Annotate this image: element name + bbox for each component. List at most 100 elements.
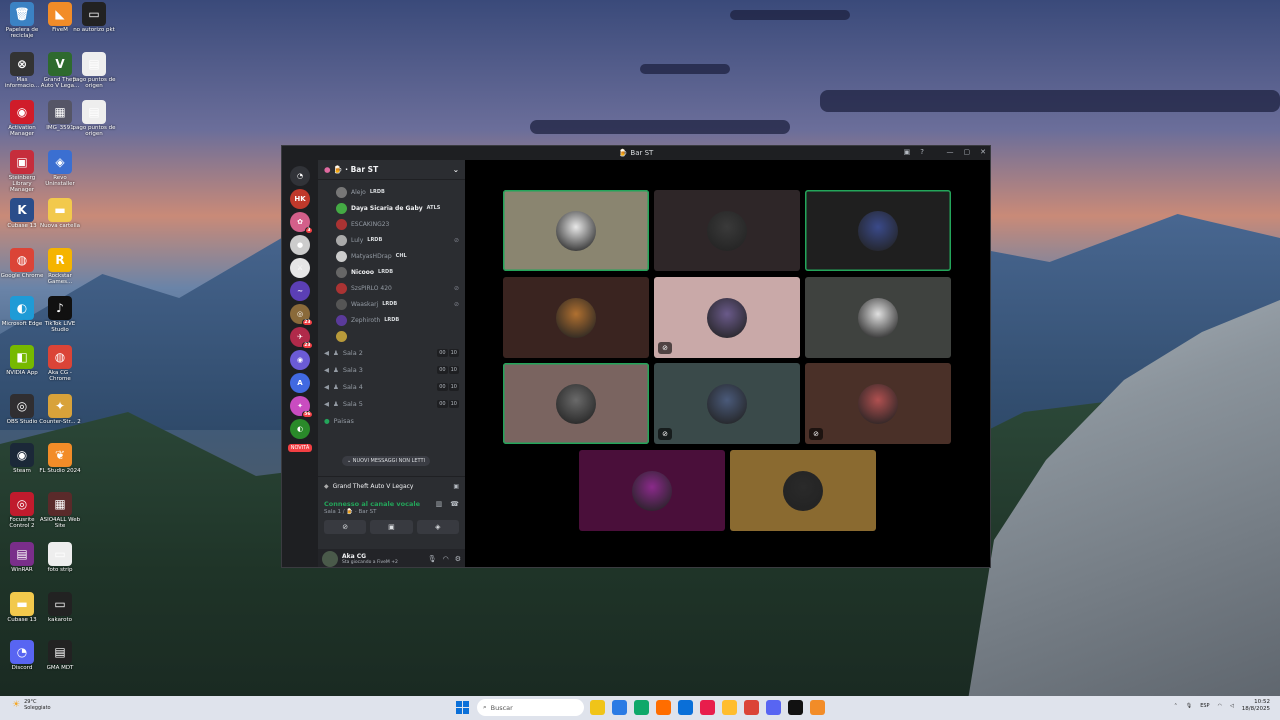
headphones-icon[interactable]: ◠ bbox=[443, 555, 449, 563]
desktop-icon[interactable]: ✦ Counter-Str... 2 bbox=[39, 394, 81, 440]
taskbar-app-icon[interactable] bbox=[656, 700, 671, 715]
close-button[interactable]: ✕ bbox=[980, 148, 986, 156]
desktop-icon[interactable]: ▭ foto strip bbox=[40, 542, 80, 588]
participant-tile[interactable] bbox=[503, 190, 649, 271]
voice-member[interactable]: Daya Sicaria de Gaby ATLS bbox=[336, 200, 465, 216]
taskbar-app-icon[interactable] bbox=[634, 700, 649, 715]
server-header[interactable]: ● 🍺 · Bar ST ⌄ bbox=[318, 160, 465, 180]
desktop-icon[interactable]: ◈ Revo Uninstaller bbox=[40, 150, 80, 196]
desktop-icon[interactable]: ▤ GMA MDT bbox=[40, 640, 80, 686]
taskbar-app-icon[interactable] bbox=[590, 700, 605, 715]
taskbar-app-icon[interactable] bbox=[810, 700, 825, 715]
guild-icon[interactable]: ◉ bbox=[290, 350, 310, 370]
discord-home-icon[interactable]: ◔ bbox=[290, 166, 310, 186]
guild-icon[interactable]: ~ bbox=[290, 281, 310, 301]
gear-icon[interactable]: ⚙ bbox=[455, 555, 461, 563]
avatar[interactable] bbox=[322, 551, 338, 567]
help-icon[interactable]: ? bbox=[920, 148, 924, 156]
disconnect-icon[interactable]: ☎ bbox=[450, 500, 459, 515]
desktop-icon[interactable]: 🗑 Papelera de reciclaje bbox=[2, 2, 42, 48]
category-paisas[interactable]: ● Paisas bbox=[318, 412, 465, 429]
weather-widget[interactable]: ☀ 29°C Soleggiato bbox=[12, 699, 51, 711]
taskbar-app-icon[interactable] bbox=[788, 700, 803, 715]
guild-icon[interactable]: ✈ 23 bbox=[290, 327, 313, 349]
wifi-icon[interactable]: ◠ bbox=[1218, 703, 1222, 709]
desktop-icon[interactable]: ◐ Microsoft Edge bbox=[2, 296, 42, 342]
desktop-icon[interactable]: ⊗ Mas informacio... bbox=[2, 52, 42, 98]
guild-icon[interactable]: A bbox=[290, 373, 310, 393]
microphone-icon[interactable]: 🎙 bbox=[428, 555, 437, 563]
voice-member[interactable]: SzsPIRLO 420 ⊘ bbox=[336, 280, 465, 296]
participant-tile[interactable]: ⊘ bbox=[805, 363, 951, 444]
mic-tray-icon[interactable]: 🎙 bbox=[1186, 703, 1192, 709]
desktop-icon[interactable]: ▭ no autorizo pkt bbox=[73, 2, 115, 48]
participant-tile[interactable] bbox=[579, 450, 725, 531]
participant-tile[interactable] bbox=[503, 277, 649, 358]
desktop-icon[interactable]: ▬ Cubase 13 bbox=[2, 592, 42, 638]
start-button[interactable] bbox=[456, 701, 469, 714]
guild-icon[interactable]: ⚔ bbox=[290, 258, 310, 278]
clock[interactable]: 10:52 18/8/2025 bbox=[1242, 699, 1270, 713]
minimize-button[interactable]: — bbox=[947, 148, 954, 156]
screen-share-button[interactable]: ▣ bbox=[370, 520, 413, 534]
desktop-icon[interactable]: ◎ OBS Studio bbox=[2, 394, 42, 440]
maximize-button[interactable]: ▢ bbox=[964, 148, 971, 156]
overlay-icon[interactable]: ▣ bbox=[453, 483, 459, 490]
desktop-icon[interactable]: ▣ Steinberg Library Manager bbox=[2, 150, 42, 196]
participant-tile[interactable]: ⊘ bbox=[654, 363, 800, 444]
noise-suppression-icon[interactable]: ▥ bbox=[436, 500, 443, 515]
taskbar-app-icon[interactable] bbox=[766, 700, 781, 715]
taskbar-app-icon[interactable] bbox=[722, 700, 737, 715]
desktop-icon[interactable]: ◉ Steam bbox=[2, 443, 42, 489]
guild-icon[interactable]: HK bbox=[290, 189, 310, 209]
voice-member[interactable]: Waaskarj LRDB ⊘ bbox=[336, 296, 465, 312]
activity-button[interactable]: ◈ bbox=[416, 520, 459, 534]
desktop-icon[interactable]: ◎ Focusrite Control 2 bbox=[2, 492, 42, 538]
desktop-icon[interactable]: ◍ Aka CG - Chrome bbox=[40, 345, 80, 391]
voice-member[interactable]: Zephiroth LRDB bbox=[336, 312, 465, 328]
desktop-icon[interactable]: ▭ kakaroto bbox=[40, 592, 80, 638]
participant-tile[interactable] bbox=[805, 277, 951, 358]
desktop-icon[interactable]: ❦ FL Studio 2024 bbox=[39, 443, 81, 489]
chevron-up-icon[interactable]: ⌃ bbox=[1174, 703, 1178, 709]
voice-channel[interactable]: ◀ ♟ Sala 5 00 10 bbox=[318, 395, 465, 412]
guild-icon[interactable]: ◎ 23 bbox=[290, 304, 313, 326]
desktop-icon[interactable]: ◍ Google Chrome bbox=[1, 248, 43, 294]
desktop-icon[interactable]: K Cubase 13 bbox=[2, 198, 42, 244]
desktop-icon[interactable]: ▤ pago puntos de origen bbox=[73, 52, 115, 98]
participant-tile[interactable] bbox=[730, 450, 876, 531]
voice-channel[interactable]: ◀ ♟ Sala 3 00 10 bbox=[318, 361, 465, 378]
desktop-icon[interactable]: R Rockstar Games... bbox=[40, 248, 80, 294]
voice-member[interactable]: Nicooo LRDB bbox=[336, 264, 465, 280]
taskbar-app-icon[interactable] bbox=[678, 700, 693, 715]
desktop-icon[interactable]: ◧ NVIDIA App bbox=[2, 345, 42, 391]
desktop-icon[interactable]: ▤ pago puntos de origen bbox=[73, 100, 115, 146]
volume-icon[interactable]: ◁ bbox=[1230, 703, 1234, 709]
game-activity-bar[interactable]: ◆ Grand Theft Auto V Legacy ▣ bbox=[318, 476, 465, 496]
participant-tile[interactable]: ⊘ bbox=[654, 277, 800, 358]
desktop-icon[interactable]: ◉ Activation Manager bbox=[2, 100, 42, 146]
inbox-icon[interactable]: ▣ bbox=[904, 148, 911, 156]
language-indicator[interactable]: ESP bbox=[1200, 703, 1209, 709]
voice-member[interactable] bbox=[336, 328, 465, 344]
voice-member[interactable]: ESCAKING23 bbox=[336, 216, 465, 232]
desktop-icon[interactable]: ♪ TikTok LIVE Studio bbox=[40, 296, 80, 342]
guild-icon[interactable]: ● bbox=[290, 235, 310, 255]
guild-icon[interactable]: ✿ 3 bbox=[290, 212, 313, 234]
title-bar[interactable]: 🍺 Bar ST ▣ ? — ▢ ✕ bbox=[282, 146, 990, 160]
voice-member[interactable]: MatyasHDrap CHL bbox=[336, 248, 465, 264]
voice-channel[interactable]: ◀ ♟ Sala 2 00 10 bbox=[318, 344, 465, 361]
taskbar-app-icon[interactable] bbox=[744, 700, 759, 715]
voice-member[interactable]: Luly LRDB ⊘ bbox=[336, 232, 465, 248]
voice-channel-path[interactable]: Sala 1 / 🍺 · Bar ST bbox=[324, 509, 420, 515]
participant-tile[interactable] bbox=[503, 363, 649, 444]
video-off-button[interactable]: ⊘ bbox=[324, 520, 367, 534]
voice-member[interactable]: Alejo LRDB bbox=[336, 184, 465, 200]
search-input[interactable]: ⌕ Buscar bbox=[477, 699, 584, 716]
taskbar-app-icon[interactable] bbox=[612, 700, 627, 715]
desktop-icon[interactable]: ▦ ASIO4ALL Web Site bbox=[40, 492, 80, 538]
participant-tile[interactable] bbox=[805, 190, 951, 271]
desktop-icon[interactable]: ▬ Nuova cartella bbox=[40, 198, 80, 244]
participant-tile[interactable] bbox=[654, 190, 800, 271]
guild-icon[interactable]: ✦ 56 bbox=[290, 396, 313, 418]
